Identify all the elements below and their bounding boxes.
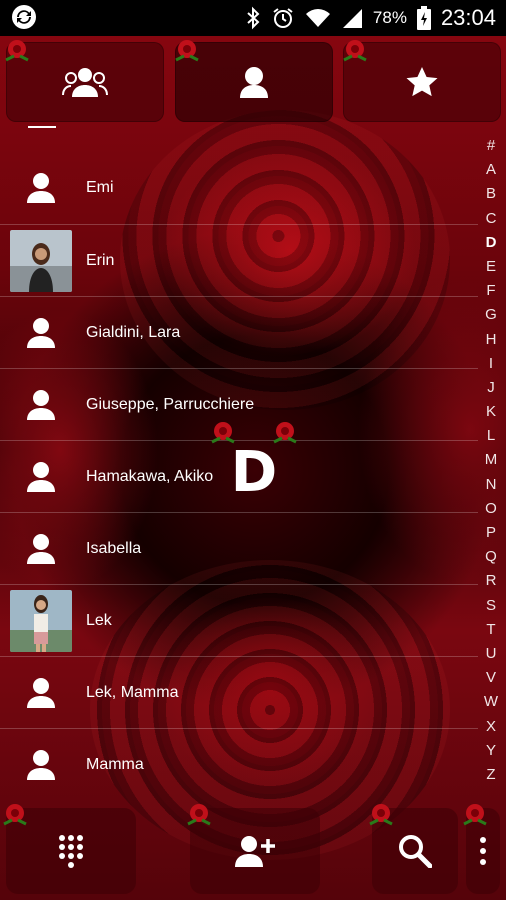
bottom-toolbar — [0, 800, 506, 900]
tab-indicator — [28, 126, 56, 128]
index-letter[interactable]: P — [486, 521, 496, 545]
clock: 23:04 — [440, 5, 496, 30]
section-letter: D — [230, 440, 278, 505]
rose-decoration-icon — [187, 804, 211, 826]
index-letter[interactable]: S — [486, 594, 496, 618]
person-icon — [10, 518, 72, 580]
person-icon — [10, 302, 72, 364]
alphabet-index[interactable]: # A B C D E F G H I J K L M N O P Q R S … — [478, 134, 504, 787]
rose-decoration-icon — [3, 804, 27, 826]
person-icon — [10, 734, 72, 796]
rose-decoration-icon — [369, 804, 393, 826]
contact-row[interactable]: Erin — [0, 224, 478, 296]
contact-name: Hamakawa, Akiko — [86, 467, 214, 485]
dialpad-icon — [59, 835, 83, 868]
group-icon — [62, 68, 108, 97]
contact-name: Mamma — [86, 755, 144, 773]
rose-decoration-icon — [5, 40, 29, 62]
contact-name: Erin — [86, 251, 115, 269]
index-letter[interactable]: I — [489, 352, 493, 376]
contact-row[interactable]: Lek — [0, 584, 478, 656]
index-letter[interactable]: A — [486, 158, 496, 182]
signal-icon — [341, 7, 363, 29]
contact-row[interactable]: Mamma — [0, 728, 478, 800]
alarm-icon — [271, 6, 295, 30]
contact-row[interactable]: Emi — [0, 152, 478, 224]
battery-charging-icon — [416, 6, 431, 30]
contact-name: Lek, Mamma — [86, 683, 179, 701]
contact-row[interactable]: Gialdini, Lara — [0, 296, 478, 368]
sync-icon — [10, 3, 40, 33]
index-letter[interactable]: # — [487, 134, 495, 158]
more-vert-icon — [480, 837, 486, 865]
contact-name: Gialdini, Lara — [86, 323, 181, 341]
contact-photo — [10, 229, 72, 292]
index-letter[interactable]: U — [486, 642, 497, 666]
index-letter[interactable]: O — [485, 497, 497, 521]
index-letter[interactable]: K — [486, 400, 496, 424]
index-letter[interactable]: E — [486, 255, 496, 279]
status-bar: 78% 23:04 — [0, 0, 506, 36]
index-letter-active[interactable]: D — [486, 231, 497, 255]
tab-bar — [0, 36, 506, 128]
contact-name: Giuseppe, Parrucchiere — [86, 395, 255, 413]
wifi-icon — [305, 7, 331, 29]
index-letter[interactable]: J — [487, 376, 495, 400]
index-letter[interactable]: N — [486, 473, 497, 497]
index-letter[interactable]: F — [486, 279, 495, 303]
search-icon — [399, 835, 432, 868]
index-letter[interactable]: G — [485, 303, 497, 327]
battery-percent: 78% — [372, 8, 407, 27]
index-letter[interactable]: V — [486, 666, 496, 690]
contact-row[interactable]: Isabella — [0, 512, 478, 584]
rose-decoration-icon — [343, 40, 367, 62]
section-letter-overlay: D — [211, 420, 300, 506]
rose-decoration-icon — [463, 804, 487, 826]
index-letter[interactable]: H — [486, 328, 497, 352]
contact-photo — [10, 589, 72, 652]
index-letter[interactable]: W — [484, 690, 498, 714]
index-letter[interactable]: T — [486, 618, 495, 642]
contact-name: Emi — [86, 179, 114, 196]
person-icon — [240, 67, 268, 98]
index-letter[interactable]: B — [486, 182, 496, 206]
person-icon — [10, 374, 72, 436]
contact-row[interactable]: Lek, Mamma — [0, 656, 478, 728]
rose-decoration-icon — [175, 40, 199, 62]
index-letter[interactable]: X — [486, 715, 496, 739]
index-letter[interactable]: L — [487, 424, 495, 448]
contact-name: Isabella — [86, 539, 142, 557]
star-icon — [406, 67, 438, 97]
add-contact-icon — [235, 836, 275, 867]
index-letter[interactable]: C — [486, 207, 497, 231]
index-letter[interactable]: M — [485, 448, 498, 472]
person-icon — [10, 157, 72, 219]
index-letter[interactable]: Z — [486, 763, 495, 787]
person-icon — [10, 446, 72, 508]
contact-name: Lek — [86, 611, 112, 629]
index-letter[interactable]: R — [486, 569, 497, 593]
index-letter[interactable]: Q — [485, 545, 497, 569]
bluetooth-icon — [245, 6, 261, 30]
person-icon — [10, 662, 72, 724]
index-letter[interactable]: Y — [486, 739, 496, 763]
